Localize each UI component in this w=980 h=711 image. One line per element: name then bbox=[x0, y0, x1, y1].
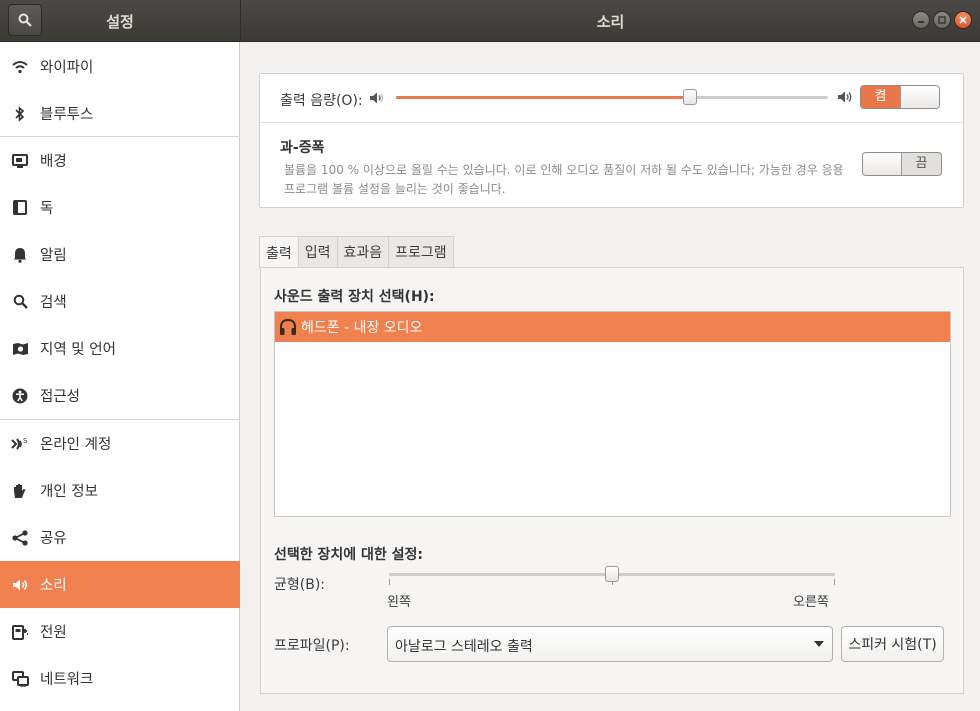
amplification-description: 볼륨을 100 % 이상으로 올릴 수는 있습니다. 이로 인해 오디오 품질이… bbox=[284, 163, 844, 196]
tab-sound-effects[interactable]: 효과음 bbox=[336, 236, 390, 267]
sidebar-item-privacy[interactable]: 개인 정보 bbox=[0, 467, 240, 514]
wifi-icon bbox=[11, 58, 29, 76]
headphones-icon bbox=[280, 318, 296, 335]
sidebar-item-label: 지역 및 언어 bbox=[40, 342, 116, 358]
switch-on-label: 켬 bbox=[861, 86, 900, 108]
window-controls bbox=[912, 11, 972, 29]
bell-icon bbox=[11, 246, 29, 264]
svg-text:S: S bbox=[23, 437, 28, 445]
tick-left bbox=[389, 579, 390, 585]
test-speakers-button[interactable]: 스피커 시험(T) bbox=[841, 626, 944, 662]
sidebar-item-accessibility[interactable]: 접근성 bbox=[0, 372, 240, 419]
sidebar-item-region[interactable]: 지역 및 언어 bbox=[0, 325, 240, 372]
sidebar-item-label: 블루투스 bbox=[40, 107, 94, 123]
amplification-title: 과-증폭 bbox=[280, 140, 325, 156]
profile-label: 프로파일(P): bbox=[274, 638, 350, 654]
header-bar: 설정 소리 bbox=[0, 0, 980, 42]
sidebar-item-wifi[interactable]: 와이파이 bbox=[0, 43, 240, 90]
output-volume-slider[interactable] bbox=[396, 89, 828, 105]
balance-left-label: 왼쪽 bbox=[387, 595, 411, 610]
amplification-toggle-switch[interactable]: 끔 bbox=[862, 152, 942, 176]
tab-output[interactable]: 출력 bbox=[259, 236, 299, 268]
tab-input[interactable]: 입력 bbox=[297, 236, 338, 267]
sidebar-item-label: 배경 bbox=[40, 154, 67, 170]
sidebar-title: 설정 bbox=[106, 13, 134, 31]
balance-slider-handle[interactable] bbox=[605, 566, 619, 582]
sidebar-item-label: 소리 bbox=[40, 578, 67, 594]
background-icon bbox=[11, 152, 29, 170]
sound-tabs: 출력 입력 효과음 프로그램 bbox=[259, 236, 454, 268]
bluetooth-icon bbox=[11, 105, 29, 123]
panel-title: 소리 bbox=[596, 13, 625, 31]
sidebar-item-search[interactable]: 검색 bbox=[0, 278, 240, 325]
maximize-button[interactable] bbox=[933, 11, 951, 29]
sidebar-item-bluetooth[interactable]: 블루투스 bbox=[0, 90, 240, 137]
row-separator bbox=[260, 122, 963, 123]
sidebar-item-label: 접근성 bbox=[40, 389, 81, 405]
sidebar-item-power[interactable]: 전원 bbox=[0, 608, 240, 655]
list-item[interactable]: 헤드폰 - 내장 오디오 bbox=[275, 312, 950, 342]
output-tab-panel: 사운드 출력 장치 선택(H): 헤드폰 - 내장 오디오 선택한 장치에 대한… bbox=[260, 267, 964, 694]
output-volume-label: 출력 음량(O): bbox=[280, 93, 363, 109]
switch-knob bbox=[863, 153, 903, 175]
sidebar-item-label: 와이파이 bbox=[40, 60, 94, 76]
sidebar-item-label: 온라인 계정 bbox=[40, 437, 112, 453]
minimize-button[interactable] bbox=[912, 11, 930, 29]
sidebar-item-sound[interactable]: 소리 bbox=[0, 561, 240, 608]
balance-slider[interactable] bbox=[389, 566, 835, 585]
close-button[interactable] bbox=[954, 11, 972, 29]
switch-knob bbox=[899, 86, 939, 108]
dropdown-arrow-icon bbox=[814, 641, 824, 647]
sidebar-item-notifications[interactable]: 알림 bbox=[0, 231, 240, 278]
output-device-list[interactable]: 헤드폰 - 내장 오디오 bbox=[274, 311, 951, 517]
power-icon bbox=[11, 623, 29, 641]
balance-label: 균형(B): bbox=[274, 577, 326, 593]
sidebar: 와이파이 블루투스 배경 독 알림 검색 지역 및 언어 접근성 S 온라인 계… bbox=[0, 42, 240, 711]
sidebar-item-label: 공유 bbox=[40, 531, 67, 547]
maximize-icon bbox=[938, 16, 946, 24]
accessibility-icon bbox=[11, 387, 29, 405]
sidebar-item-online-accounts[interactable]: S 온라인 계정 bbox=[0, 420, 240, 467]
share-icon bbox=[11, 529, 29, 547]
device-label: 헤드폰 - 내장 오디오 bbox=[301, 320, 423, 336]
tab-applications[interactable]: 프로그램 bbox=[388, 236, 454, 267]
sidebar-item-sharing[interactable]: 공유 bbox=[0, 514, 240, 561]
device-settings-heading: 선택한 장치에 대한 설정: bbox=[274, 547, 424, 563]
region-icon bbox=[11, 340, 29, 358]
minimize-icon bbox=[918, 21, 924, 23]
switch-off-label: 끔 bbox=[915, 156, 928, 171]
privacy-hand-icon bbox=[11, 482, 29, 500]
tick-right bbox=[834, 579, 835, 585]
balance-right-label: 오른쪽 bbox=[793, 595, 829, 610]
search-icon bbox=[11, 293, 29, 311]
profile-value: 아날로그 스테레오 출력 bbox=[395, 639, 533, 655]
close-icon bbox=[959, 16, 967, 24]
sidebar-item-label: 검색 bbox=[40, 295, 67, 311]
sidebar-item-label: 개인 정보 bbox=[40, 484, 98, 500]
sidebar-item-background[interactable]: 배경 bbox=[0, 137, 240, 184]
device-select-heading: 사운드 출력 장치 선택(H): bbox=[274, 289, 435, 305]
dock-icon bbox=[11, 199, 29, 217]
volume-slider-handle[interactable] bbox=[682, 89, 697, 105]
speaker-icon bbox=[11, 576, 29, 594]
online-accounts-icon: S bbox=[11, 435, 29, 453]
sidebar-item-label: 독 bbox=[40, 201, 54, 217]
sidebar-item-network[interactable]: 네트워크 bbox=[0, 655, 240, 702]
volume-frame: 출력 음량(O): 켬 과-증폭 볼륨을 100 % 이상으로 올릴 수는 있습… bbox=[259, 73, 964, 208]
speaker-high-icon bbox=[838, 91, 852, 103]
sidebar-item-label: 전원 bbox=[40, 625, 67, 641]
profile-dropdown[interactable]: 아날로그 스테레오 출력 bbox=[387, 626, 833, 662]
sidebar-item-dock[interactable]: 독 bbox=[0, 184, 240, 231]
speaker-low-icon bbox=[370, 92, 384, 104]
volume-toggle-switch[interactable]: 켬 bbox=[860, 85, 940, 109]
sidebar-item-label: 네트워크 bbox=[40, 672, 94, 688]
volume-fill bbox=[396, 96, 690, 99]
network-icon bbox=[11, 670, 29, 688]
sidebar-item-label: 알림 bbox=[40, 248, 67, 264]
